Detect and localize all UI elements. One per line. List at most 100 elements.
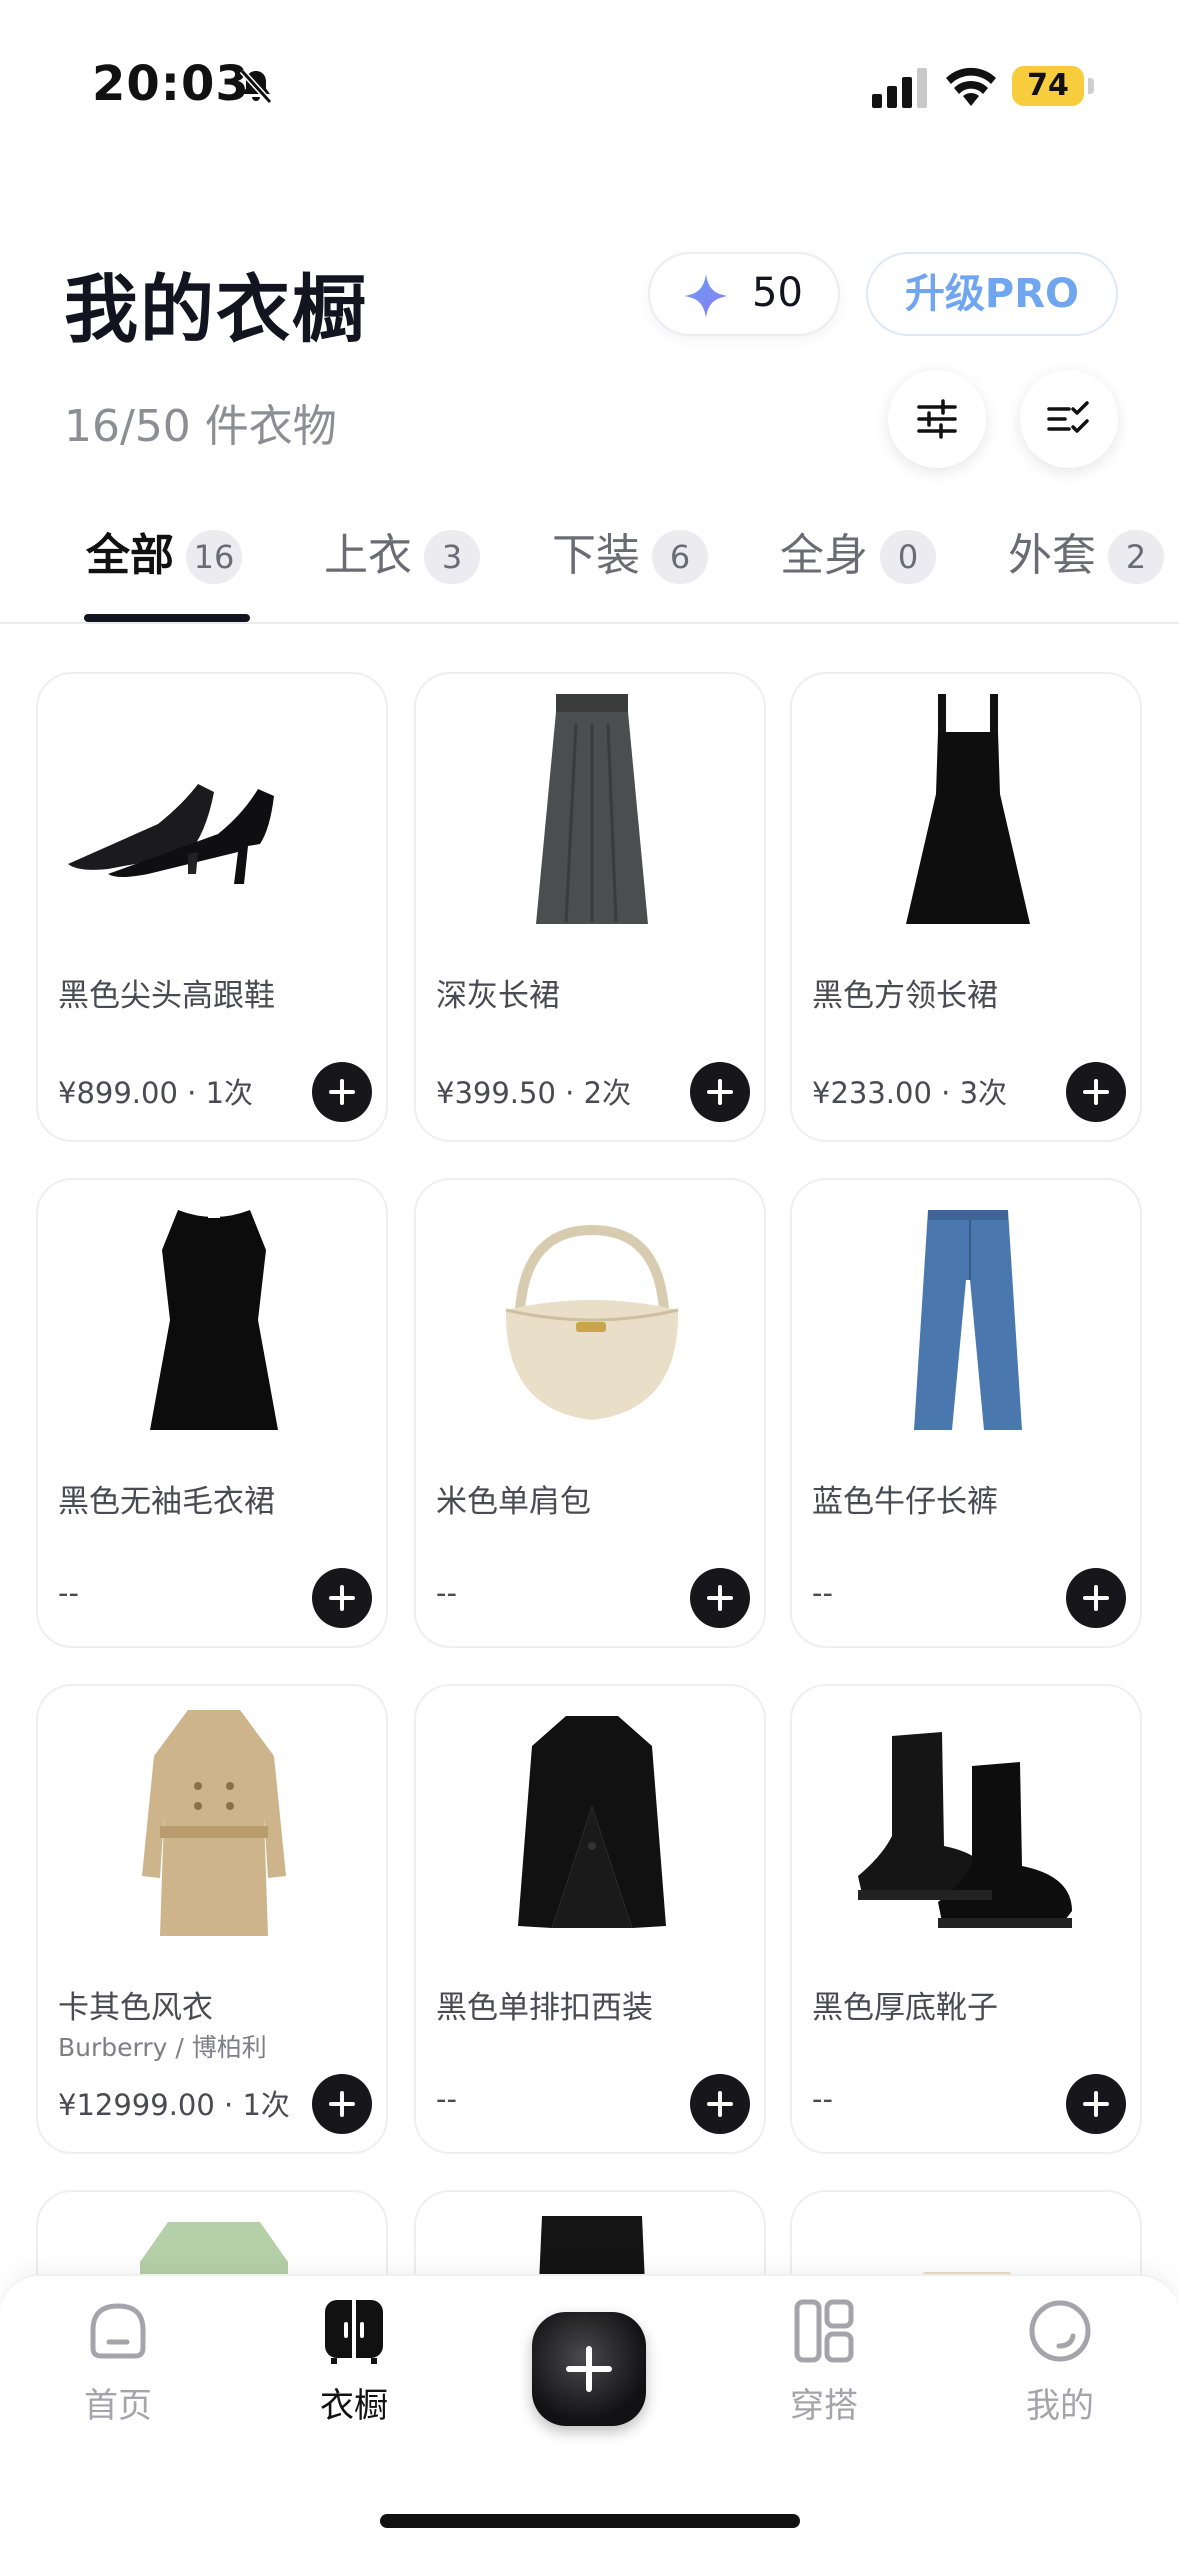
black-blazer-image bbox=[518, 1716, 666, 1928]
black-heels-image bbox=[68, 784, 274, 884]
plus-icon bbox=[566, 2346, 612, 2392]
tab-label: 下装 bbox=[552, 530, 640, 581]
item-price-usage: -- bbox=[436, 1576, 457, 1610]
nav-label: 首页 bbox=[84, 2386, 152, 2426]
filter-button[interactable] bbox=[888, 370, 986, 468]
item-count-subtitle: 16/50 件衣物 bbox=[64, 401, 337, 452]
plus-icon bbox=[1083, 2091, 1109, 2117]
tab-count-badge: 16 bbox=[186, 530, 242, 584]
tab-count-badge: 3 bbox=[424, 530, 480, 584]
item-price-usage: -- bbox=[436, 2082, 457, 2116]
item-name: 深灰长裙 bbox=[436, 978, 560, 1014]
wardrobe-item-card[interactable]: 米色单肩包 -- bbox=[414, 1178, 766, 1648]
upgrade-pro-button[interactable]: 升级PRO bbox=[866, 252, 1118, 336]
item-price-usage: -- bbox=[58, 1576, 79, 1610]
item-name: 黑色单排扣西装 bbox=[436, 1990, 653, 2026]
home-icon bbox=[90, 2303, 146, 2359]
tab-bottoms[interactable]: 下装 6 bbox=[552, 520, 708, 624]
plus-icon bbox=[707, 2091, 733, 2117]
wardrobe-item-card[interactable]: 黑色单排扣西装 -- bbox=[414, 1684, 766, 2154]
active-tab-indicator bbox=[84, 614, 250, 622]
item-name: 黑色厚底靴子 bbox=[812, 1990, 998, 2026]
tab-tops[interactable]: 上衣 3 bbox=[324, 520, 480, 624]
item-name: 黑色方领长裙 bbox=[812, 978, 998, 1014]
tab-count-badge: 2 bbox=[1108, 530, 1164, 584]
add-to-outfit-button[interactable] bbox=[312, 2074, 372, 2134]
wardrobe-item-card[interactable]: 黑色尖头高跟鞋 ¥899.00 · 1次 bbox=[36, 672, 388, 1142]
item-price-usage: -- bbox=[812, 2082, 833, 2116]
plus-icon bbox=[1083, 1079, 1109, 1105]
item-price-usage: ¥233.00 · 3次 bbox=[812, 1076, 1008, 1110]
black-square-neck-dress-image bbox=[906, 694, 1030, 924]
plus-icon bbox=[1083, 1585, 1109, 1611]
tab-label: 上衣 bbox=[324, 530, 412, 581]
wardrobe-item-card[interactable]: 黑色厚底靴子 -- bbox=[790, 1684, 1142, 2154]
wardrobe-icon bbox=[325, 2300, 383, 2364]
tab-all[interactable]: 全部 16 bbox=[86, 520, 242, 624]
black-chelsea-boots-image bbox=[858, 1732, 1072, 1928]
wardrobe-item-card[interactable]: 黑色无袖毛衣裙 -- bbox=[36, 1178, 388, 1648]
checklist-icon bbox=[1047, 401, 1089, 433]
item-price-usage: -- bbox=[812, 1576, 833, 1610]
tab-count-badge: 0 bbox=[880, 530, 936, 584]
tab-full-body[interactable]: 全身 0 bbox=[780, 520, 936, 624]
status-time: 20:03 bbox=[92, 56, 250, 112]
tab-outerwear[interactable]: 外套 2 bbox=[1008, 520, 1164, 624]
wardrobe-item-card[interactable]: 蓝色牛仔长裤 -- bbox=[790, 1178, 1142, 1648]
sliders-icon bbox=[917, 399, 957, 439]
nav-wardrobe[interactable]: 衣橱 bbox=[284, 2296, 424, 2456]
item-name: 卡其色风衣 bbox=[58, 1990, 213, 2026]
nav-label: 衣橱 bbox=[320, 2386, 388, 2426]
item-price-usage: ¥12999.00 · 1次 bbox=[58, 2088, 290, 2122]
add-to-outfit-button[interactable] bbox=[312, 1568, 372, 1628]
tab-label: 全部 bbox=[86, 530, 174, 581]
plus-icon bbox=[329, 1585, 355, 1611]
category-tabs: 全部 16 上衣 3 下装 6 全身 0 外套 2 bbox=[0, 520, 1179, 624]
item-brand: Burberry / 博柏利 bbox=[58, 2033, 267, 2062]
item-name: 蓝色牛仔长裤 bbox=[812, 1484, 998, 1520]
add-to-outfit-button[interactable] bbox=[312, 1062, 372, 1122]
credits-button[interactable]: 50 bbox=[648, 252, 840, 336]
home-indicator bbox=[380, 2514, 800, 2528]
add-to-outfit-button[interactable] bbox=[690, 1568, 750, 1628]
plus-icon bbox=[707, 1585, 733, 1611]
tab-label: 外套 bbox=[1008, 530, 1096, 581]
cellular-signal-icon bbox=[872, 68, 927, 108]
nav-label: 穿搭 bbox=[790, 2386, 858, 2426]
plus-icon bbox=[707, 1079, 733, 1105]
add-to-outfit-button[interactable] bbox=[1066, 2074, 1126, 2134]
blue-jeans-image bbox=[914, 1210, 1022, 1430]
khaki-trench-coat-image bbox=[142, 1710, 286, 1936]
page-title: 我的衣橱 bbox=[64, 267, 368, 353]
black-sleeveless-knit-dress-image bbox=[150, 1210, 278, 1430]
wifi-icon bbox=[946, 67, 996, 106]
add-to-outfit-button[interactable] bbox=[690, 1062, 750, 1122]
nav-label: 我的 bbox=[1026, 2386, 1094, 2426]
battery-level: 74 bbox=[1012, 66, 1084, 106]
add-item-button[interactable] bbox=[532, 2312, 646, 2426]
item-name: 米色单肩包 bbox=[436, 1484, 591, 1520]
multi-select-button[interactable] bbox=[1020, 370, 1118, 468]
sparkle-icon bbox=[684, 274, 728, 318]
dark-gray-skirt-image bbox=[536, 694, 648, 924]
nav-home[interactable]: 首页 bbox=[48, 2296, 188, 2456]
outfit-icon bbox=[794, 2299, 854, 2363]
add-to-outfit-button[interactable] bbox=[1066, 1062, 1126, 1122]
tab-label: 全身 bbox=[780, 530, 868, 581]
item-price-usage: ¥399.50 · 2次 bbox=[436, 1076, 632, 1110]
plus-icon bbox=[329, 2091, 355, 2117]
add-to-outfit-button[interactable] bbox=[690, 2074, 750, 2134]
bell-muted-icon bbox=[239, 68, 273, 105]
tab-count-badge: 6 bbox=[652, 530, 708, 584]
nav-profile[interactable]: 我的 bbox=[990, 2296, 1130, 2456]
credits-value: 50 bbox=[752, 270, 803, 316]
item-name: 黑色无袖毛衣裙 bbox=[58, 1484, 275, 1520]
status-bar: 20:03 74 bbox=[0, 0, 1179, 150]
nav-outfits[interactable]: 穿搭 bbox=[754, 2296, 894, 2456]
wardrobe-item-card[interactable]: 黑色方领长裙 ¥233.00 · 3次 bbox=[790, 672, 1142, 1142]
wardrobe-item-card[interactable]: 深灰长裙 ¥399.50 · 2次 bbox=[414, 672, 766, 1142]
plus-icon bbox=[329, 1079, 355, 1105]
add-to-outfit-button[interactable] bbox=[1066, 1568, 1126, 1628]
beige-shoulder-bag-image bbox=[505, 1224, 679, 1420]
wardrobe-item-card[interactable]: 卡其色风衣 Burberry / 博柏利 ¥12999.00 · 1次 bbox=[36, 1684, 388, 2154]
